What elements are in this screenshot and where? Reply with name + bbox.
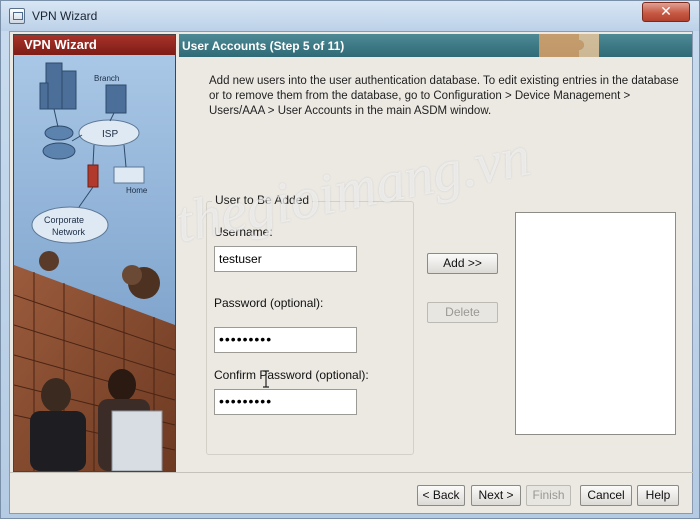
corporate-label: Corporate	[44, 215, 84, 225]
home-computer-icon	[113, 166, 145, 184]
puzzle-icon	[539, 34, 599, 57]
footer-divider	[10, 472, 694, 473]
firewall-icon	[87, 164, 99, 188]
close-button[interactable]: ✕	[642, 2, 690, 22]
delete-button[interactable]: Delete	[427, 302, 498, 323]
username-label: Username:	[214, 225, 273, 239]
step-title: User Accounts (Step 5 of 11)	[182, 39, 345, 53]
step-header: User Accounts (Step 5 of 11)	[179, 34, 692, 57]
isp-label: ISP	[102, 129, 118, 140]
group-title: User to Be Added	[212, 193, 313, 207]
app-icon	[9, 8, 25, 24]
wizard-content: Add new users into the user authenticati…	[179, 57, 692, 472]
network-illustration: Branch ISP Home Corporate Network	[14, 55, 175, 471]
vpn-wizard-window: VPN Wizard ✕ VPN Wizard Branch ISP Home …	[0, 0, 700, 519]
username-input[interactable]: testuser	[214, 246, 357, 272]
window-title: VPN Wizard	[32, 9, 98, 23]
wizard-client-area: VPN Wizard Branch ISP Home Corporate Net…	[9, 31, 694, 514]
side-panel-title: VPN Wizard	[14, 35, 175, 55]
back-button[interactable]: < Back	[417, 485, 465, 506]
users-list[interactable]	[515, 212, 676, 435]
branch-building-icon	[105, 84, 127, 114]
add-button[interactable]: Add >>	[427, 253, 498, 274]
password-input[interactable]: •••••••••	[214, 327, 357, 353]
next-button[interactable]: Next >	[471, 485, 521, 506]
text-cursor-icon	[263, 370, 269, 388]
wizard-side-panel: VPN Wizard Branch ISP Home Corporate Net…	[13, 34, 176, 472]
step-description: Add new users into the user authenticati…	[209, 75, 679, 117]
finish-button[interactable]: Finish	[526, 485, 571, 506]
help-button[interactable]: Help	[637, 485, 679, 506]
home-label: Home	[126, 186, 148, 195]
router-icon	[42, 142, 76, 160]
password-label: Password (optional):	[214, 296, 324, 310]
confirm-password-input[interactable]: •••••••••	[214, 389, 357, 415]
confirm-password-label: Confirm Password (optional):	[214, 368, 369, 382]
corporate-network-cloud-icon	[31, 206, 109, 244]
branch-label: Branch	[94, 74, 119, 83]
title-bar[interactable]: VPN Wizard ✕	[1, 1, 699, 31]
network-label: Network	[52, 227, 86, 237]
cancel-button[interactable]: Cancel	[580, 485, 632, 506]
